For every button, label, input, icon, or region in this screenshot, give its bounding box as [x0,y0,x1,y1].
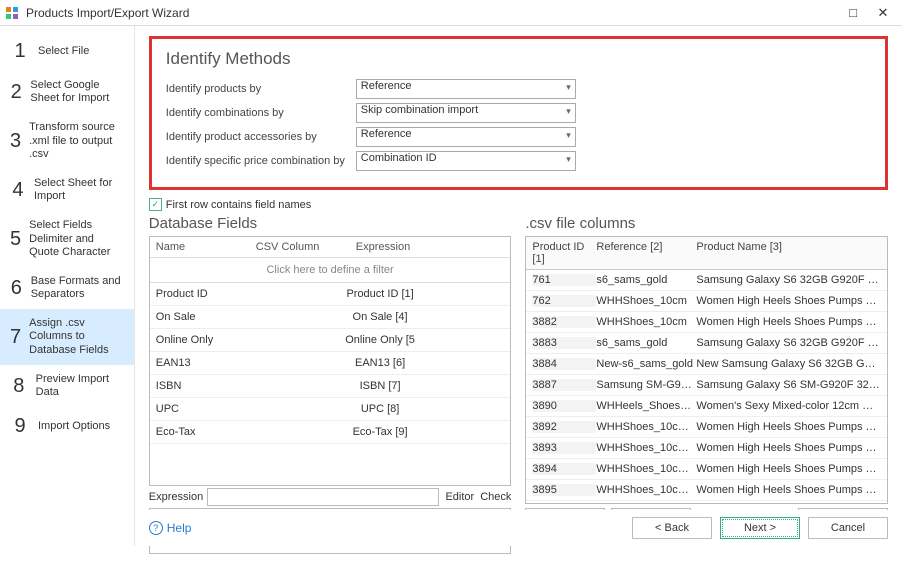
csv-head: Product ID [1] Reference [2] Product Nam… [526,237,887,270]
wizard-step-5[interactable]: 5 Select Fields Delimiter and Quote Chara… [0,211,134,267]
close-button[interactable]: ✕ [868,5,898,21]
csv-row[interactable]: 3890WHHeels_Shoes_12cmWomen's Sexy Mixed… [526,396,887,417]
identify-select[interactable]: Combination ID [356,151,576,171]
step-number: 9 [10,415,30,438]
checkbox-icon[interactable]: ✓ [149,198,162,211]
identify-label: Identify product accessories by [166,131,356,143]
db-field-row[interactable]: ISBNISBN [7] [150,375,511,398]
editor-button[interactable]: Editor [445,491,474,503]
csv-row[interactable]: 3883s6_sams_goldSamsung Galaxy S6 32GB G… [526,333,887,354]
csv-columns-heading: .csv file columns [525,215,888,232]
db-field-row[interactable]: Product IDProduct ID [1] [150,283,511,306]
csv-row[interactable]: 761s6_sams_goldSamsung Galaxy S6 32GB G9… [526,270,887,291]
db-field-row[interactable]: EAN13EAN13 [6] [150,352,511,375]
db-field-row[interactable]: UPCUPC [8] [150,398,511,421]
back-button[interactable]: < Back [632,517,712,539]
expression-label: Expression [149,491,203,503]
identify-label: Identify combinations by [166,107,356,119]
step-number: 5 [10,228,21,251]
csv-row[interactable]: 3882WHHShoes_10cmWomen High Heels Shoes … [526,312,887,333]
first-row-label: First row contains field names [166,199,312,211]
step-number: 7 [10,326,21,349]
wizard-step-4[interactable]: 4 Select Sheet for Import [0,169,134,211]
first-row-checkbox-row[interactable]: ✓ First row contains field names [149,198,888,211]
wizard-step-9[interactable]: 9 Import Options [0,407,134,446]
step-number: 1 [10,40,30,63]
help-link[interactable]: ? Help [149,521,192,535]
step-number: 6 [10,277,23,300]
cancel-button[interactable]: Cancel [808,517,888,539]
identify-methods-panel: Identify Methods Identify products byRef… [149,36,888,190]
identify-select[interactable]: Reference [356,127,576,147]
app-icon [4,5,20,21]
wizard-step-3[interactable]: 3 Transform source .xml file to output .c… [0,113,134,169]
footer: ? Help < Back Next > Cancel [135,510,902,546]
db-fields-heading: Database Fields [149,215,512,232]
db-head: Name CSV Column Expression [150,237,511,258]
titlebar: Products Import/Export Wizard □ ✕ [0,0,902,26]
db-field-row[interactable]: Eco-TaxEco-Tax [9] [150,421,511,444]
db-filter-hint[interactable]: Click here to define a filter [150,258,511,283]
help-icon: ? [149,521,163,535]
wizard-step-2[interactable]: 2 Select Google Sheet for Import [0,71,134,113]
step-number: 2 [10,81,22,104]
check-button[interactable]: Check [480,491,511,503]
step-label: Preview Import Data [36,373,124,399]
csv-row[interactable]: 3895WHHShoes_10cm_14Women High Heels Sho… [526,480,887,501]
csv-row[interactable]: 3887Samsung SM-G920FSamsung Galaxy S6 SM… [526,375,887,396]
step-number: 8 [10,375,28,398]
wizard-step-1[interactable]: 1 Select File [0,32,134,71]
wizard-steps-sidebar: 1 Select File 2 Select Google Sheet for Imp… [0,26,135,546]
wizard-step-6[interactable]: 6 Base Formats and Separators [0,267,134,309]
step-label: Import Options [38,420,110,433]
step-number: 3 [10,130,21,153]
identify-select[interactable]: Reference [356,79,576,99]
csv-row[interactable]: 3884New-s6_sams_goldNew Samsung Galaxy S… [526,354,887,375]
csv-columns-table[interactable]: Product ID [1] Reference [2] Product Nam… [525,236,888,504]
database-fields-table[interactable]: Name CSV Column Expression Click here to… [149,236,512,486]
next-button[interactable]: Next > [720,517,800,539]
step-label: Select Google Sheet for Import [30,79,123,105]
step-label: Assign .csv Columns to Database Fields [29,317,124,357]
csv-row[interactable]: 3893WHHShoes_10cm_12Women High Heels Sho… [526,438,887,459]
step-label: Select Fields Delimiter and Quote Charac… [29,219,124,259]
window-title: Products Import/Export Wizard [26,6,838,20]
csv-row[interactable]: 3894WHHShoes_10cm_13Women High Heels Sho… [526,459,887,480]
step-label: Select File [38,45,89,58]
step-label: Base Formats and Separators [31,275,124,301]
db-field-row[interactable]: Online OnlyOnline Only [5 [150,329,511,352]
wizard-step-7[interactable]: 7 Assign .csv Columns to Database Fields [0,309,134,365]
identify-heading: Identify Methods [166,49,871,69]
csv-row[interactable]: 762WHHShoes_10cmWomen High Heels Shoes P… [526,291,887,312]
maximize-button[interactable]: □ [838,5,868,20]
expression-input[interactable] [207,488,439,506]
step-label: Transform source .xml file to output .cs… [29,121,124,161]
wizard-step-8[interactable]: 8 Preview Import Data [0,365,134,407]
csv-row[interactable]: 3892WHHShoes_10cm_1Women High Heels Shoe… [526,417,887,438]
db-field-row[interactable]: On SaleOn Sale [4] [150,306,511,329]
identify-select[interactable]: Skip combination import [356,103,576,123]
step-label: Select Sheet for Import [34,177,124,203]
identify-label: Identify specific price combination by [166,155,356,167]
identify-label: Identify products by [166,83,356,95]
step-number: 4 [10,179,26,202]
